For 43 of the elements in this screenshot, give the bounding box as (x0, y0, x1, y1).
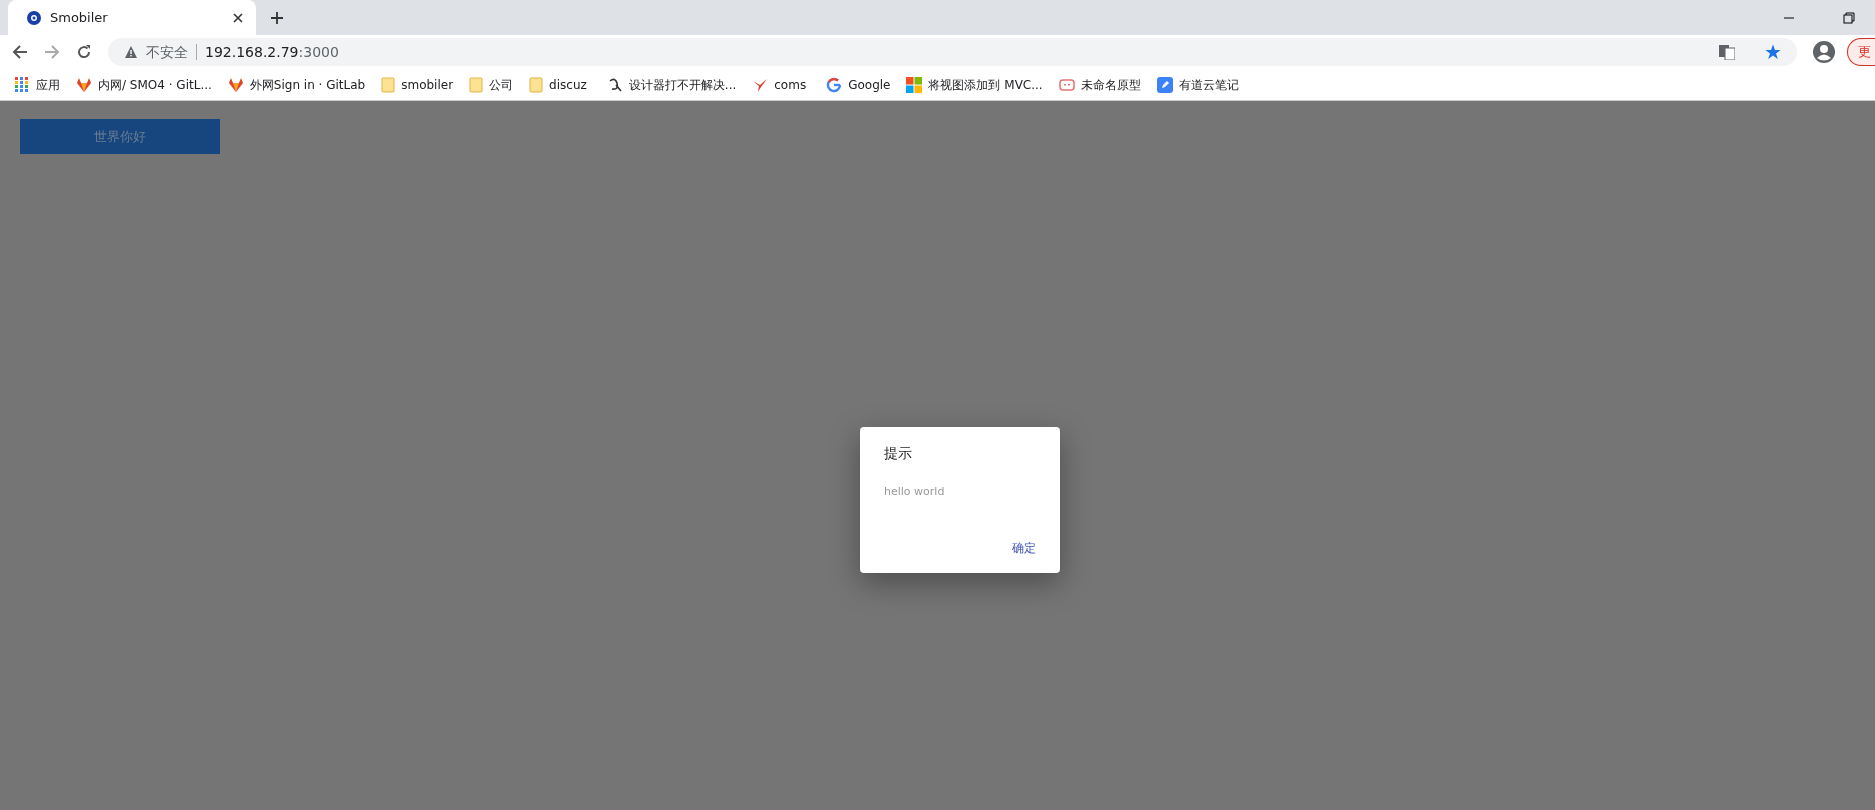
folder-icon (381, 76, 396, 93)
apps-grid-icon (14, 76, 30, 93)
back-icon[interactable] (12, 44, 28, 60)
restore-icon[interactable] (1843, 11, 1855, 24)
tab-title: Smobiler (50, 8, 109, 27)
bookmark-link[interactable]: 应用 (36, 75, 60, 94)
warning-icon (124, 45, 138, 59)
note-icon (1156, 76, 1173, 93)
bookmark-link[interactable]: 设计器打不开解决... (628, 75, 737, 94)
star-icon[interactable] (1765, 44, 1781, 60)
url-port: :3000 (298, 43, 339, 60)
translate-icon[interactable] (1719, 44, 1735, 60)
bookmark-link[interactable]: 将视图添加到 MVC... (928, 75, 1043, 94)
fox-icon (76, 76, 92, 93)
bookmark-link[interactable]: 内网/ SMO4 · GitL... (98, 75, 212, 94)
update-button[interactable]: 更 (1847, 38, 1875, 66)
bookmark-link[interactable]: coms (774, 75, 807, 94)
bookmark-link[interactable]: 公司 (489, 75, 514, 94)
bookmark-link[interactable]: 未命名原型 (1080, 75, 1141, 94)
bookmark-link[interactable]: discuz (549, 75, 587, 94)
close-icon[interactable] (232, 11, 244, 24)
bookmark-link[interactable]: 外网Sign in · GitLab (249, 75, 366, 94)
bookmark-link[interactable]: smobiler (401, 75, 454, 94)
fox-icon (227, 76, 244, 93)
site-logo-icon (26, 9, 42, 26)
reload-icon[interactable] (76, 44, 92, 60)
face-icon (1058, 76, 1075, 93)
bookmark-link[interactable]: 有道云笔记 (1178, 75, 1239, 94)
security-label: 不安全 (146, 42, 188, 62)
address-bar[interactable]: 不安全 192.168.2.79:3000 (108, 38, 1797, 66)
folder-icon (529, 76, 544, 93)
folder-icon (469, 76, 484, 93)
browser-tab[interactable]: Smobiler (8, 0, 256, 35)
new-tab-icon[interactable] (270, 10, 284, 25)
dialog-message: hello world (884, 484, 946, 500)
ok-button[interactable]: 确定 (1012, 539, 1036, 557)
url-host: 192.168.2.79 (205, 43, 299, 60)
profile-icon[interactable] (1813, 41, 1835, 63)
bookmark-link[interactable]: Google (848, 75, 891, 94)
google-icon (826, 76, 843, 93)
dialog-title: 提示 (884, 444, 913, 463)
bird-icon (752, 76, 769, 93)
windows-icon (906, 76, 923, 93)
